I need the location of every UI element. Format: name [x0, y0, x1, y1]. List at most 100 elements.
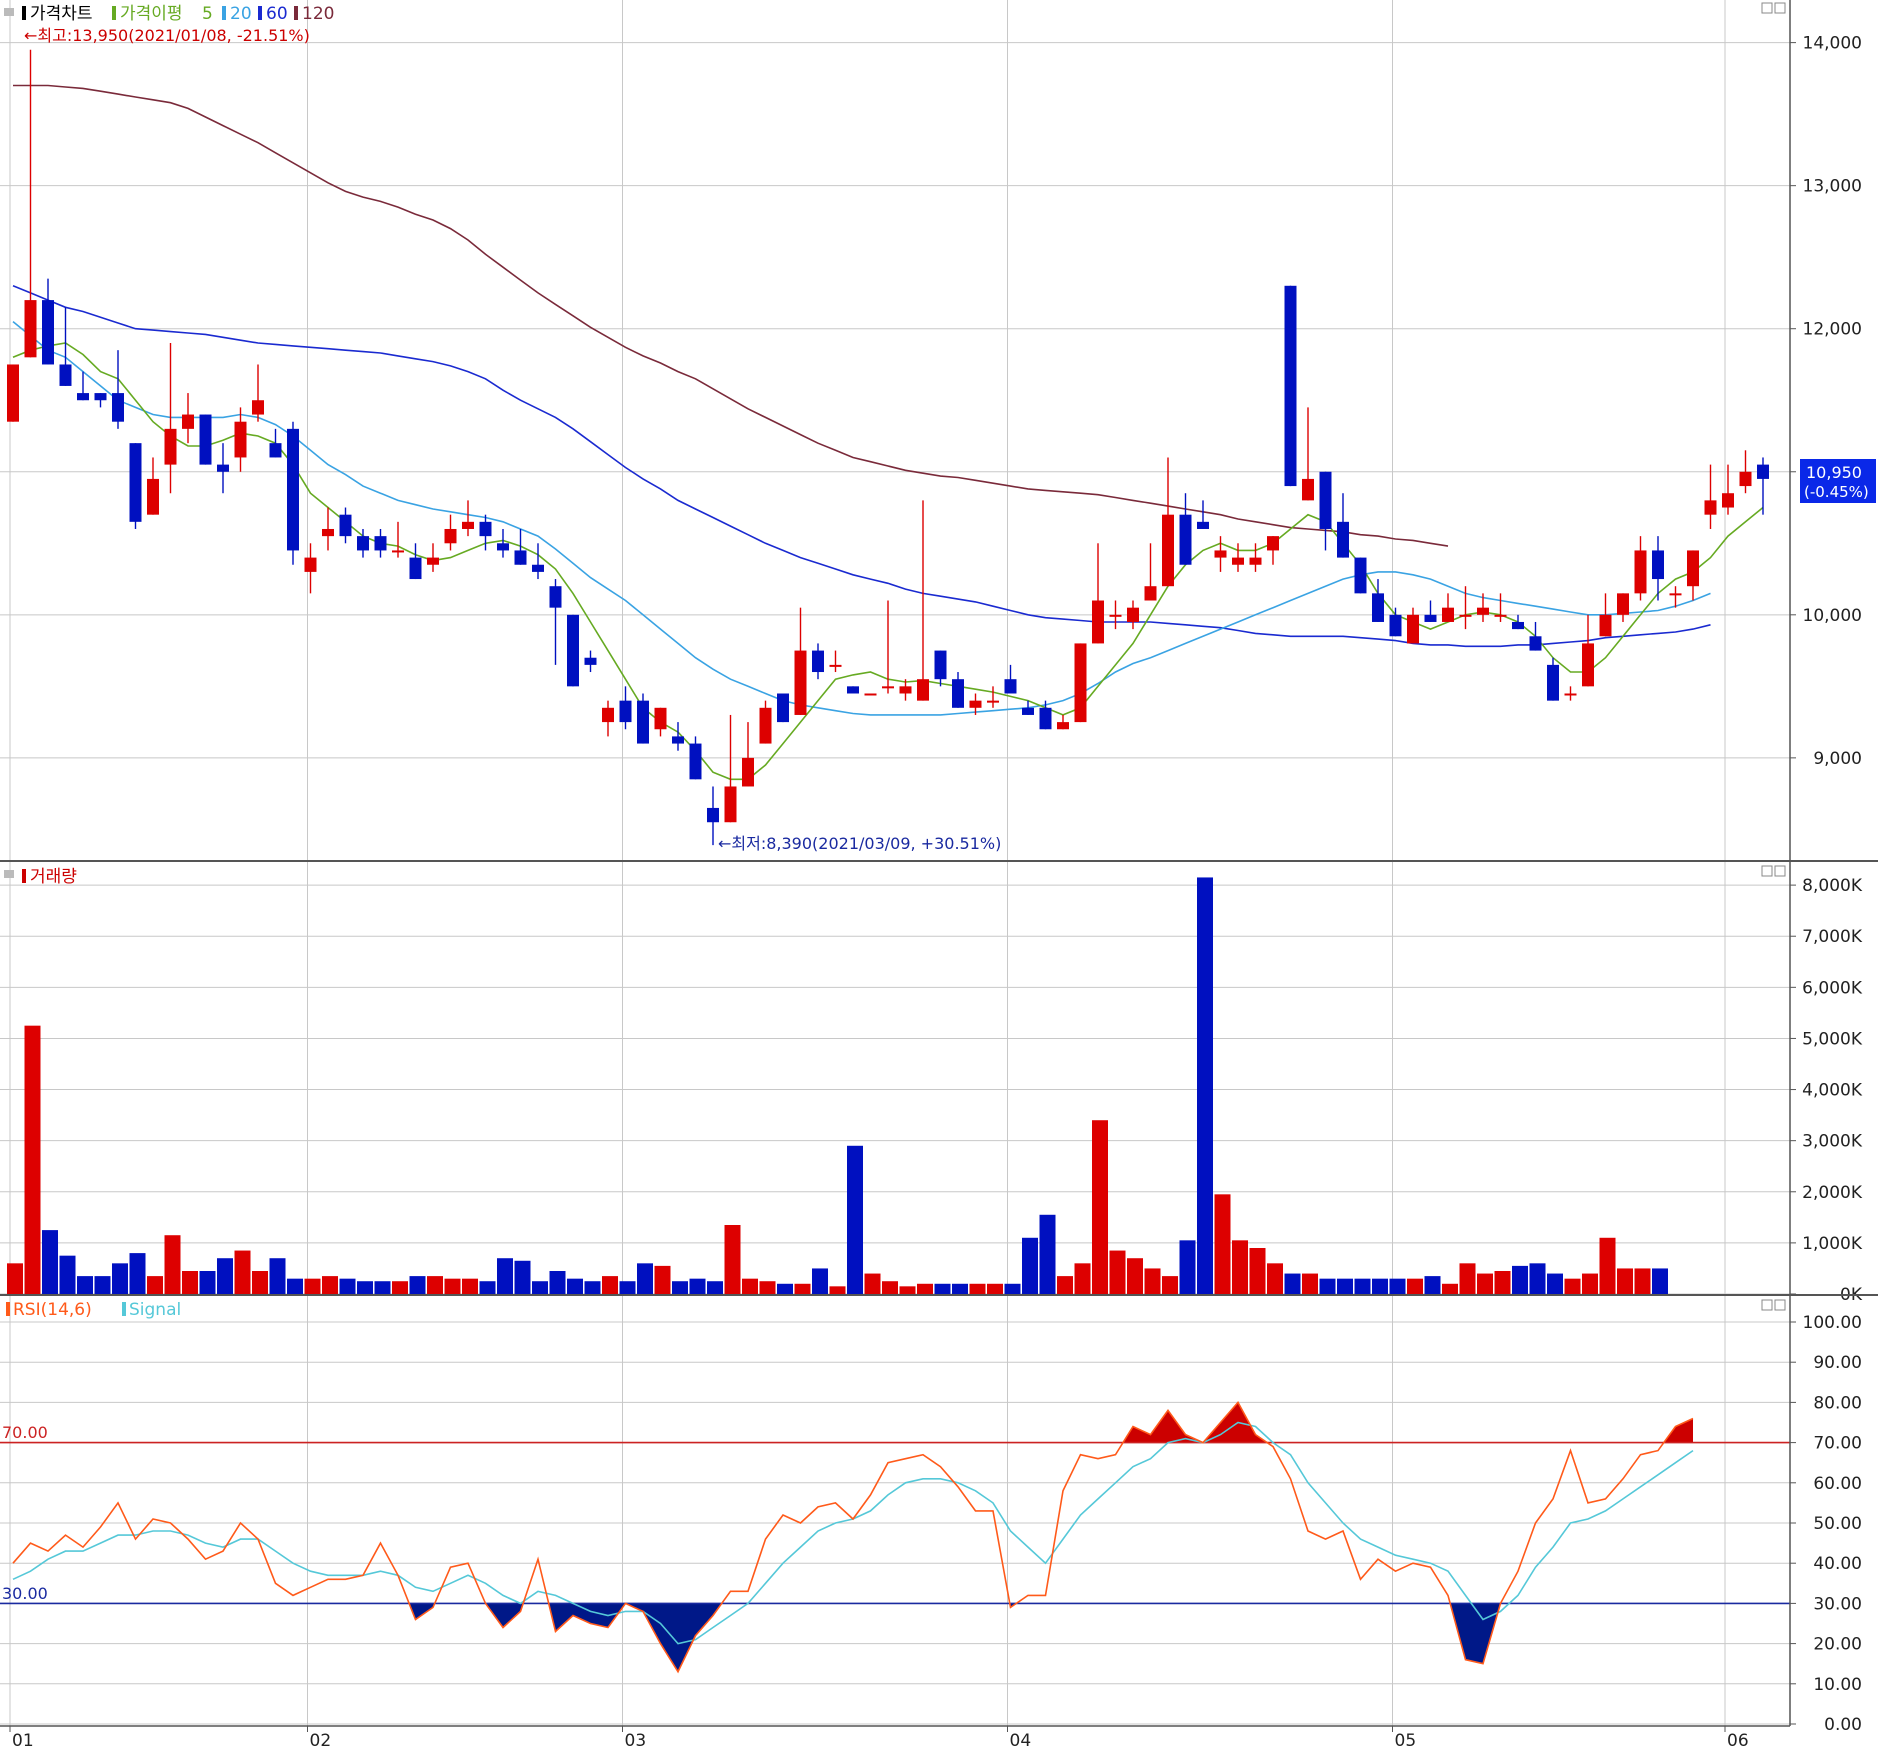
month-label: 06 [1727, 1731, 1749, 1751]
candle-body [777, 693, 789, 723]
candle-body [1162, 514, 1174, 587]
candle [1284, 285, 1297, 487]
candle-body [1214, 550, 1227, 558]
volume-bar [1249, 1248, 1266, 1294]
volume-bar [1617, 1268, 1633, 1294]
candle-body [1319, 471, 1332, 529]
legend-ma20[interactable]: 20 [230, 4, 252, 24]
volume-y-tick-label: 2,000K [1802, 1183, 1863, 1203]
rsi-y-tick-label: 40.00 [1813, 1554, 1862, 1574]
candle-body [24, 300, 37, 358]
candle-body [1704, 500, 1717, 515]
legend-ma5[interactable]: 5 [202, 4, 213, 24]
legend-volume[interactable]: 거래량 [30, 867, 77, 887]
volume-bar [1022, 1237, 1038, 1294]
rsi-y-tick-label: 20.00 [1813, 1635, 1862, 1655]
candle-body [1004, 679, 1017, 694]
candle-body [1354, 557, 1367, 594]
volume-bar [987, 1283, 1003, 1294]
minimize-icon[interactable] [1761, 1299, 1773, 1311]
panel-handle-icon[interactable] [4, 8, 14, 16]
candle-body [812, 650, 824, 673]
price-y-tick-label: 14,000 [1803, 34, 1862, 54]
candle-body [619, 700, 632, 723]
price-y-tick-label: 9,000 [1813, 749, 1862, 769]
volume-bar [1354, 1278, 1371, 1294]
month-label: 04 [1010, 1731, 1032, 1751]
volume-bar [1039, 1214, 1056, 1294]
volume-bar [1232, 1240, 1248, 1294]
candle-body [339, 514, 352, 537]
minimize-icon[interactable] [1761, 2, 1773, 14]
candle-body [252, 400, 264, 415]
volume-bar [1302, 1273, 1318, 1294]
close-icon[interactable] [1774, 1299, 1786, 1311]
volume-bar [1337, 1278, 1353, 1294]
candle-body [7, 364, 19, 422]
volume-bar [1547, 1273, 1563, 1294]
legend-rsi[interactable]: RSI(14,6) [13, 1300, 92, 1320]
volume-bar [899, 1286, 916, 1294]
candle-body [1494, 614, 1507, 617]
close-icon[interactable] [1774, 2, 1786, 14]
volume-bar [549, 1271, 566, 1294]
volume-bar [1004, 1283, 1021, 1294]
volume-bar [182, 1271, 198, 1294]
panel-handle-icon[interactable] [4, 870, 14, 878]
volume-bar [322, 1276, 338, 1294]
volume-bar [812, 1268, 828, 1294]
volume-y-tick-label: 3,000K [1802, 1132, 1863, 1152]
rsi-y-tick-label: 50.00 [1813, 1514, 1862, 1534]
legend-marker-ma5 [112, 6, 116, 20]
volume-bar [269, 1258, 286, 1294]
legend-ma-label[interactable]: 가격이평 [120, 4, 183, 24]
close-icon[interactable] [1774, 865, 1786, 877]
minimize-icon[interactable] [1761, 865, 1773, 877]
candle-body [392, 550, 404, 553]
candle [777, 693, 789, 723]
candle [847, 686, 859, 694]
candle-body [199, 414, 212, 465]
volume-bar [1477, 1273, 1493, 1294]
rsi-lower-label: 30.00 [2, 1584, 48, 1603]
candle-body [479, 521, 492, 537]
volume-bar [1599, 1237, 1616, 1294]
candle-body [1092, 600, 1104, 644]
volume-bar [1267, 1263, 1283, 1294]
rsi-y-tick-label: 90.00 [1813, 1353, 1862, 1373]
candle-body [654, 707, 667, 730]
candle [199, 414, 212, 465]
volume-bar [1144, 1268, 1161, 1294]
volume-bar [252, 1271, 268, 1294]
legend-ma60[interactable]: 60 [266, 4, 288, 24]
volume-y-tick-label: 5,000K [1802, 1029, 1863, 1049]
candle-body [217, 464, 229, 472]
volume-bar [584, 1281, 601, 1294]
candle-body [1372, 593, 1384, 622]
legend-signal[interactable]: Signal [129, 1300, 181, 1320]
candle-body [864, 693, 877, 696]
candle-body [427, 557, 439, 565]
volume-bar [339, 1278, 356, 1294]
volume-bar [1442, 1283, 1458, 1294]
candle-body [1599, 614, 1612, 637]
high-annotation: ←최고:13,950(2021/01/08, -21.51%) [24, 26, 310, 45]
candle-body [1249, 557, 1262, 565]
legend-marker-ma20 [222, 6, 226, 20]
candle-body [1669, 593, 1682, 596]
volume-bar [969, 1283, 986, 1294]
volume-bar [1529, 1263, 1546, 1294]
volume-bar [864, 1273, 881, 1294]
legend-price-chart[interactable]: 가격차트 [30, 4, 93, 24]
legend-marker-ma60 [258, 6, 262, 20]
legend-ma120[interactable]: 120 [302, 4, 334, 24]
volume-bar [287, 1278, 303, 1294]
volume-bar [1652, 1268, 1668, 1294]
rsi-y-tick-label: 80.00 [1813, 1393, 1862, 1413]
candle-body [1144, 586, 1157, 601]
candle-body [182, 414, 194, 429]
legend-marker-signal [122, 1302, 126, 1316]
candle-body [1617, 593, 1629, 615]
low-annotation: ←최저:8,390(2021/03/09, +30.51%) [718, 834, 1001, 853]
volume-bar [1389, 1278, 1406, 1294]
